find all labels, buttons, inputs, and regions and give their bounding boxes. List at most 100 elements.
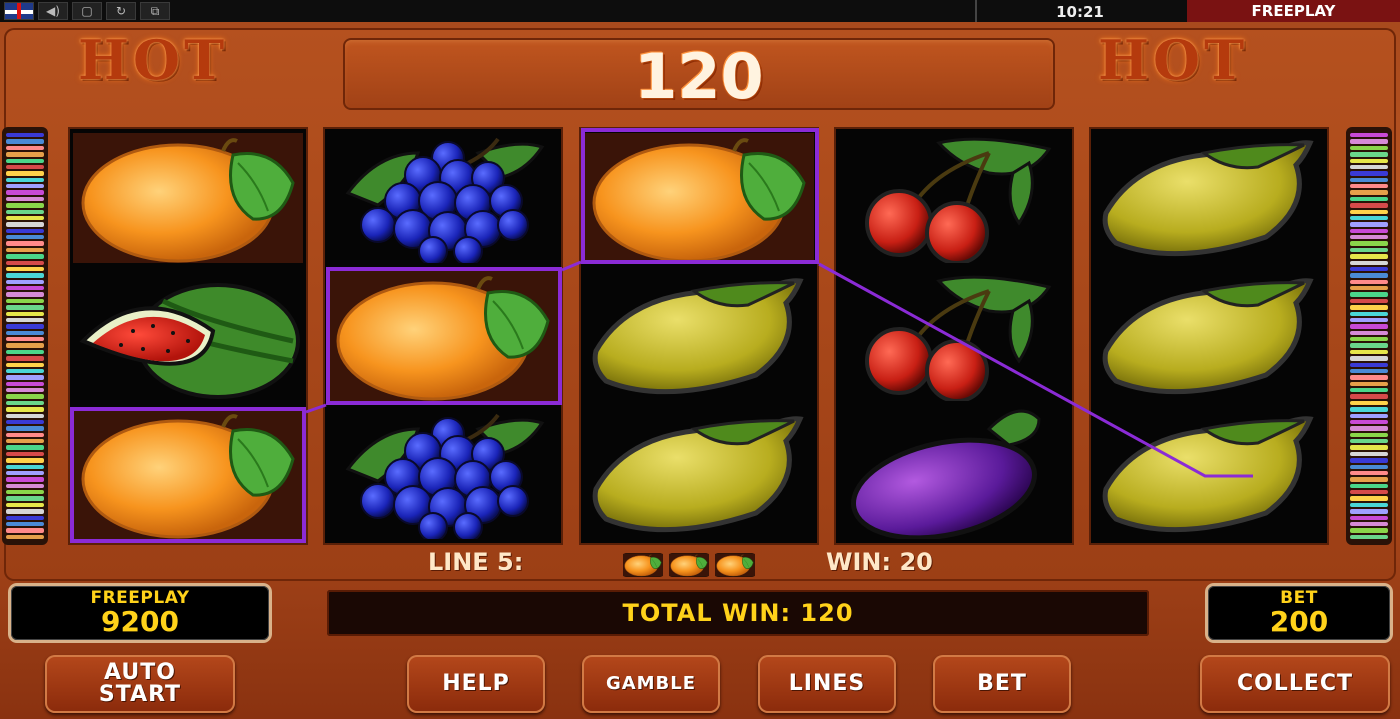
payline-marker [6, 439, 44, 444]
payline-marker [1350, 196, 1388, 202]
payline-marker [6, 470, 44, 476]
lemon-symbol [1091, 405, 1327, 543]
lemon-symbol [1091, 129, 1327, 267]
lines-button[interactable]: LINES [758, 655, 896, 713]
payline-marker [1350, 458, 1388, 463]
plum-symbol [836, 405, 1072, 543]
payline-marker [6, 164, 44, 170]
payline-marker [6, 381, 44, 386]
reel-4 [834, 127, 1074, 545]
refresh-icon[interactable]: ↻ [106, 2, 136, 20]
payline-marker [6, 152, 44, 157]
win-highlight [326, 267, 562, 405]
payline-marker [6, 368, 44, 374]
payline-marker [6, 502, 44, 508]
win-amount: 120 [634, 40, 764, 113]
payline-marker [1350, 330, 1388, 335]
paylines-indicator-right [1346, 127, 1392, 545]
payline-marker [1350, 381, 1388, 386]
payline-marker [1350, 311, 1388, 316]
payline-marker [6, 528, 44, 533]
payline-marker [1350, 426, 1388, 431]
auto-start-label-2: START [98, 682, 182, 707]
payline-marker [1350, 451, 1388, 457]
payline-marker [6, 356, 44, 361]
payline-marker [1350, 324, 1388, 329]
lemon-symbol [1091, 267, 1327, 405]
payline-marker [6, 413, 44, 418]
total-win: TOTAL WIN: 120 [327, 590, 1149, 636]
payline-marker [6, 203, 44, 208]
payline-marker [1350, 139, 1388, 144]
payline-marker [6, 254, 44, 259]
payline-marker [6, 509, 44, 514]
payline-marker [6, 196, 44, 202]
payline-marker [1350, 164, 1388, 170]
payline-marker [1350, 298, 1388, 304]
payline-marker [6, 292, 44, 297]
payline-marker [1350, 483, 1388, 488]
payline-marker [6, 279, 44, 284]
reel-5 [1089, 127, 1329, 545]
sound-icon[interactable]: ◀) [38, 2, 68, 20]
payline-marker [1350, 400, 1388, 406]
collect-button[interactable]: COLLECT [1200, 655, 1390, 713]
payline-marker [1350, 254, 1388, 259]
fullscreen-icon[interactable]: ▢ [72, 2, 102, 20]
window-icon[interactable]: ⧉ [140, 2, 170, 20]
payline-marker [1350, 343, 1388, 348]
payline-marker [1350, 145, 1388, 151]
payline-marker [6, 145, 44, 151]
payline-marker [1350, 349, 1388, 355]
payline-marker [1350, 509, 1388, 514]
payline-marker [1350, 496, 1388, 501]
payline-marker [6, 133, 44, 138]
payline-marker [6, 407, 44, 412]
payline-marker [1350, 292, 1388, 297]
payline-marker [1350, 317, 1388, 323]
cherries-symbol [836, 129, 1072, 267]
gamble-button[interactable]: GAMBLE [582, 655, 720, 713]
payline-marker [6, 400, 44, 406]
payline-marker [6, 266, 44, 272]
bet-button[interactable]: BET [933, 655, 1071, 713]
payline-marker [6, 171, 44, 176]
payline-marker [1350, 356, 1388, 361]
payline-marker [1350, 375, 1388, 380]
credit-meter: FREEPLAY 9200 [11, 586, 269, 640]
payline-marker [1350, 362, 1388, 367]
payline-marker [1350, 203, 1388, 208]
payline-marker [1350, 515, 1388, 520]
win-highlight [70, 407, 306, 543]
payline-marker [1350, 388, 1388, 393]
payline-marker [6, 247, 44, 253]
payline-marker [6, 228, 44, 233]
payline-marker [6, 311, 44, 316]
help-button[interactable]: HELP [407, 655, 545, 713]
payline-marker [1350, 490, 1388, 495]
auto-start-button[interactable]: AUTO START [45, 655, 235, 713]
payline-marker [1350, 190, 1388, 195]
payline-marker [6, 330, 44, 335]
payline-marker [1350, 528, 1388, 533]
hot-logo-left: HOT [78, 28, 229, 92]
payline-marker [1350, 235, 1388, 240]
line-symbol-orange [623, 553, 663, 577]
payline-marker [6, 534, 44, 539]
payline-marker [6, 483, 44, 488]
payline-marker [6, 286, 44, 291]
line-symbol-orange [715, 553, 755, 577]
grapes-symbol [325, 405, 561, 543]
payline-marker [1350, 215, 1388, 221]
flag-uk-icon[interactable] [4, 2, 34, 20]
payline-marker [6, 477, 44, 482]
payline-marker [1350, 368, 1388, 374]
divider [975, 0, 977, 22]
payline-marker [6, 317, 44, 323]
payline-marker [1350, 228, 1388, 233]
payline-marker [1350, 171, 1388, 176]
payline-marker [6, 432, 44, 437]
system-bar: ◀) ▢ ↻ ⧉ 10:21 FREEPLAY [0, 0, 1400, 22]
payline-marker [1350, 177, 1388, 182]
payline-marker [1350, 521, 1388, 527]
